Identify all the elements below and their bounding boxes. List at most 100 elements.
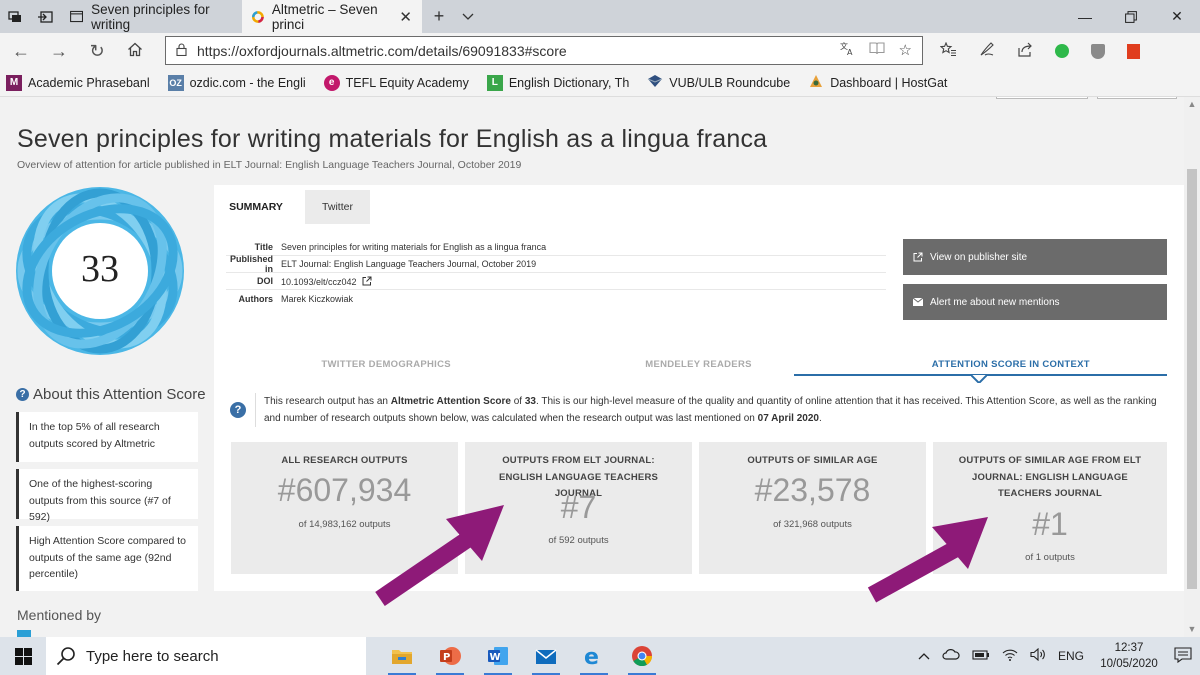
windows-start-icon[interactable]	[0, 647, 46, 665]
onedrive-cloud-icon[interactable]	[942, 649, 960, 663]
bookmark-english-dictionary[interactable]: L English Dictionary, Th	[486, 74, 629, 91]
home-icon[interactable]	[116, 41, 154, 62]
show-hidden-icons-chevron-icon[interactable]	[918, 649, 930, 663]
about-score-label: About this Attention Score	[33, 386, 206, 403]
meta-row-published: Published in ELT Journal: English Langua…	[226, 254, 886, 274]
extension-check-icon[interactable]	[1055, 44, 1069, 58]
scroll-thumb[interactable]	[1187, 169, 1197, 589]
page-scrollbar[interactable]: ▲ ▼	[1184, 97, 1200, 637]
address-bar[interactable]: https://oxfordjournals.altmetric.com/det…	[165, 36, 923, 65]
hostgator-icon	[808, 73, 824, 92]
search-placeholder: Type here to search	[86, 647, 219, 665]
windows-taskbar: Type here to search P W e ENG 12:37 10/0…	[0, 637, 1200, 675]
refresh-icon[interactable]: ↻	[78, 41, 116, 62]
attention-score: 33	[81, 248, 119, 290]
scroll-up-icon[interactable]: ▲	[1184, 99, 1200, 109]
favorite-star-icon[interactable]: ☆	[899, 41, 912, 60]
expl-text: .	[818, 413, 822, 424]
help-icon[interactable]: ?	[230, 402, 246, 418]
taskbar-search[interactable]: Type here to search	[46, 637, 366, 675]
bookmark-label: TEFL Equity Academy	[345, 75, 469, 90]
svg-text:W: W	[490, 652, 501, 663]
edge-icon[interactable]: e	[576, 637, 612, 675]
tab-summary[interactable]: SUMMARY	[214, 190, 298, 224]
mentioned-by-heading: Mentioned by	[17, 607, 102, 623]
translate-icon[interactable]: 文A	[840, 41, 855, 60]
file-explorer-icon[interactable]	[384, 637, 420, 675]
set-tabs-aside-icon[interactable]	[30, 0, 60, 33]
m-logo-icon: M	[6, 74, 22, 91]
stat-rank: #23,578	[754, 472, 871, 508]
tab-active[interactable]: Altmetric – Seven princi ✕	[242, 0, 422, 33]
tab-twitter-demographics[interactable]: TWITTER DEMOGRAPHICS	[230, 351, 542, 377]
favorites-bar: M Academic Phrasebanl OZ ozdic.com - the…	[0, 69, 1200, 97]
close-tab-icon[interactable]: ✕	[399, 8, 412, 26]
url-text[interactable]: https://oxfordjournals.altmetric.com/det…	[197, 43, 567, 59]
volume-icon[interactable]	[1030, 647, 1046, 664]
oz-logo-icon: OZ	[167, 74, 184, 91]
doi-link[interactable]: 10.1093/elt/ccz042	[281, 276, 886, 287]
envelope-icon	[913, 298, 923, 306]
about-item: In the top 5% of all research outputs sc…	[16, 412, 198, 462]
new-tab-plus-icon[interactable]: +	[422, 0, 456, 33]
battery-icon[interactable]	[972, 649, 990, 663]
back-arrow-icon[interactable]: ←	[2, 41, 40, 62]
header-button-edge[interactable]	[1097, 97, 1177, 99]
scroll-down-icon[interactable]: ▼	[1184, 624, 1200, 634]
bookmark-label: Academic Phrasebanl	[28, 75, 150, 90]
system-clock[interactable]: 12:37 10/05/2020	[1096, 640, 1162, 672]
minimize-icon[interactable]: —	[1062, 0, 1108, 33]
article-metadata: Title Seven principles for writing mater…	[226, 239, 886, 307]
share-icon[interactable]	[1017, 42, 1033, 61]
restore-icon[interactable]	[1108, 0, 1154, 33]
tab-actions-icon[interactable]	[0, 0, 30, 33]
score-explanation: This research output has an Altmetric At…	[255, 393, 1167, 427]
expl-bold: Altmetric Attention Score	[390, 396, 511, 407]
svg-text:A: A	[847, 48, 853, 56]
tab-inactive[interactable]: Seven principles for writing	[60, 0, 242, 33]
bookmark-label: Dashboard | HostGat	[830, 75, 948, 90]
bookmark-hostgator[interactable]: Dashboard | HostGat	[808, 73, 947, 92]
reading-view-icon[interactable]	[868, 41, 885, 60]
page-icon	[70, 10, 84, 23]
word-icon[interactable]: W	[480, 637, 516, 675]
office-icon[interactable]	[1127, 43, 1140, 59]
tab-twitter[interactable]: Twitter	[305, 190, 370, 224]
view-publisher-button[interactable]: View on publisher site	[903, 239, 1167, 275]
bookmark-roundcube[interactable]: VUB/ULB Roundcube	[647, 74, 790, 91]
header-button-edge[interactable]	[996, 97, 1088, 99]
article-title: Seven principles for writing materials f…	[17, 125, 768, 153]
bookmark-tefl-equity[interactable]: e TEFL Equity Academy	[323, 74, 469, 91]
annotation-arrow-icon	[867, 517, 988, 603]
powerpoint-icon[interactable]: P	[432, 637, 468, 675]
annotation-arrow-icon	[375, 505, 504, 607]
svg-text:e: e	[584, 645, 599, 667]
altmetric-logo-icon	[252, 10, 264, 23]
about-score-heading[interactable]: ? About this Attention Score	[16, 386, 206, 403]
meta-row-doi: DOI 10.1093/elt/ccz042	[226, 273, 886, 290]
e-logo-icon: e	[323, 74, 340, 91]
browser-tab-bar: Seven principles for writing Altmetric –…	[0, 0, 1200, 33]
external-link-icon[interactable]	[362, 276, 372, 286]
mail-icon[interactable]	[528, 637, 564, 675]
notification-center-icon[interactable]	[1174, 646, 1192, 666]
forward-arrow-icon[interactable]: →	[40, 41, 78, 62]
alert-mentions-button[interactable]: Alert me about new mentions	[903, 284, 1167, 320]
bookmark-ozdic[interactable]: OZ ozdic.com - the Engli	[167, 74, 306, 91]
tab-list-chevron-icon[interactable]	[456, 0, 480, 33]
wifi-icon[interactable]	[1002, 648, 1018, 664]
language-indicator[interactable]: ENG	[1058, 649, 1084, 663]
tab-title: Altmetric – Seven princi	[271, 1, 378, 32]
close-window-icon[interactable]: ✕	[1154, 0, 1200, 33]
browser-nav-bar: ← → ↻ https://oxfordjournals.altmetric.c…	[0, 33, 1200, 69]
pen-icon[interactable]	[979, 41, 995, 61]
chrome-icon[interactable]	[624, 637, 660, 675]
svg-text:P: P	[443, 652, 450, 663]
doi-text[interactable]: 10.1093/elt/ccz042	[281, 277, 357, 287]
favorites-list-icon[interactable]	[939, 41, 957, 61]
extension-shield-icon[interactable]	[1091, 43, 1105, 59]
expl-bold: 33	[524, 396, 536, 407]
article-subtitle: Overview of attention for article publis…	[17, 159, 522, 171]
bookmark-academic-phrasebank[interactable]: M Academic Phrasebanl	[6, 74, 150, 91]
lock-icon	[176, 42, 187, 59]
